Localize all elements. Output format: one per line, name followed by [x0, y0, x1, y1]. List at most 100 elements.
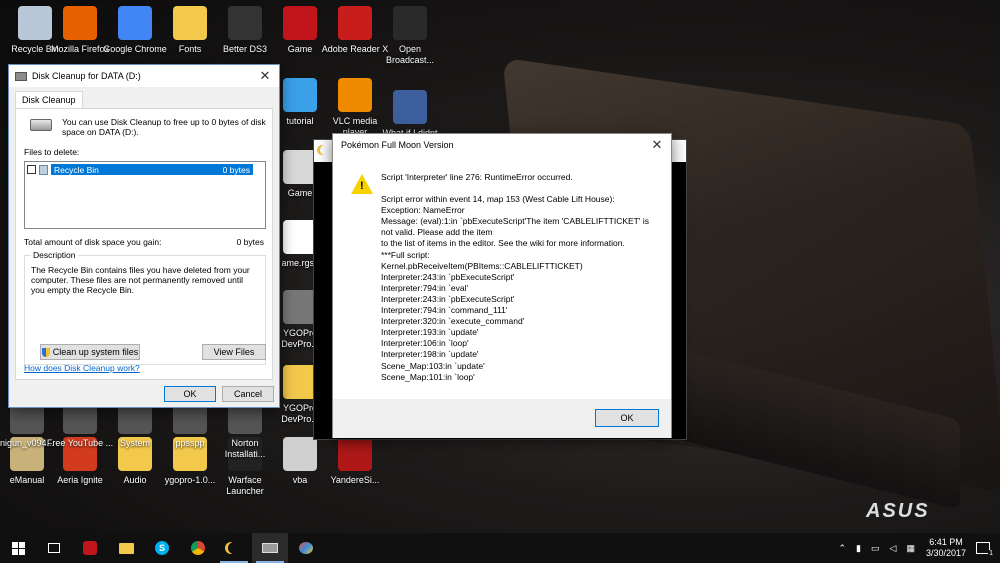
intro-text: You can use Disk Cleanup to free up to 0…: [62, 117, 266, 137]
task-view-icon: [48, 543, 60, 553]
message-line: Interpreter:243:in `pbExecuteScript': [381, 293, 515, 304]
file-size: 0 bytes: [222, 164, 250, 175]
message-line: Interpreter:106:in `loop': [381, 338, 469, 349]
message-line: Message: (eval):1:in `pbExecuteScript'Th…: [381, 216, 649, 227]
taskbar-explorer[interactable]: [108, 533, 144, 563]
taskbar-skype[interactable]: S: [144, 533, 180, 563]
files-list[interactable]: Recycle Bin 0 bytes: [24, 161, 266, 229]
cancel-button[interactable]: Cancel: [222, 386, 274, 402]
drive-icon: [30, 119, 52, 131]
skype-icon: S: [155, 541, 169, 555]
error-dialog[interactable]: Pokémon Full Moon Version ✕ ! Script 'In…: [332, 133, 672, 438]
help-link[interactable]: How does Disk Cleanup work?: [24, 363, 140, 373]
message-line: Script error within event 14, map 153 (W…: [381, 194, 615, 205]
folder-icon: [118, 542, 134, 554]
taskbar-paint[interactable]: [288, 533, 324, 563]
clean-up-system-files-button[interactable]: Clean up system files: [40, 344, 140, 360]
disk-cleanup-titlebar[interactable]: Disk Cleanup for DATA (D:) ✕: [9, 65, 279, 87]
checkbox[interactable]: [27, 165, 36, 174]
app-icon: [283, 6, 317, 40]
close-icon[interactable]: ✕: [643, 134, 671, 156]
desktop-icon[interactable]: Norton Installati...: [210, 400, 280, 460]
message-line: Scene_Map:103:in `update': [381, 360, 485, 371]
taskbar-disk-cleanup[interactable]: [252, 533, 288, 563]
error-dialog-titlebar[interactable]: Pokémon Full Moon Version ✕: [333, 134, 671, 156]
app-icon: [283, 220, 317, 254]
app-icon: [118, 6, 152, 40]
message-line: Kernel.pbReceiveItem(PBItems::CABLELIFTT…: [381, 260, 583, 271]
file-name: Recycle Bin: [54, 164, 99, 175]
desktop-icon[interactable]: YandereSi...: [320, 437, 390, 486]
app-icon: [338, 6, 372, 40]
taskbar-chrome[interactable]: [180, 533, 216, 563]
disk-cleanup-title: Disk Cleanup for DATA (D:): [32, 71, 141, 81]
app-icon: [393, 90, 427, 124]
desktop-icon-label: Open Broadcast...: [385, 44, 435, 65]
chrome-icon: [191, 541, 205, 555]
desktop-icon[interactable]: Open Broadcast...: [375, 6, 445, 66]
clock-date: 3/30/2017: [925, 548, 966, 558]
close-icon[interactable]: ✕: [251, 65, 279, 87]
disk-cleanup-app-icon: [15, 71, 27, 81]
desktop-icon-label: Norton Installati...: [224, 438, 266, 459]
taskbar-game[interactable]: [72, 533, 108, 563]
network-icon[interactable]: ▮: [856, 543, 861, 554]
error-ok-button[interactable]: OK: [595, 409, 659, 427]
clock-time: 6:41 PM: [929, 537, 963, 547]
error-message: Script 'Interpreter' line 276: RuntimeEr…: [381, 172, 665, 383]
app-icon: [228, 6, 262, 40]
app-icon: [283, 437, 317, 471]
app-icon: [393, 6, 427, 40]
message-line: to the list of items in the editor. See …: [381, 238, 625, 249]
clean-up-system-files-label: Clean up system files: [52, 347, 139, 357]
app-icon: [338, 437, 372, 471]
taskbar-pokemon[interactable]: [216, 533, 252, 563]
app-icon: [283, 78, 317, 112]
description-label: Description: [31, 250, 78, 260]
volume-icon[interactable]: ◁: [890, 543, 897, 554]
view-files-button[interactable]: View Files: [202, 344, 266, 360]
task-view-button[interactable]: [36, 533, 72, 563]
app-icon: [338, 78, 372, 112]
disk-cleanup-panel: You can use Disk Cleanup to free up to 0…: [15, 108, 273, 380]
recycle-bin-icon: [39, 164, 48, 175]
message-line: Interpreter:193:in `update': [381, 327, 479, 338]
error-dialog-title: Pokémon Full Moon Version: [341, 140, 454, 150]
moon-icon: [320, 145, 330, 155]
paint-icon: [299, 542, 313, 554]
message-line: Interpreter:320:in `execute_command': [381, 316, 525, 327]
list-item[interactable]: Recycle Bin 0 bytes: [27, 164, 253, 175]
system-tray: ⌃ ▮ ▭ ◁ ▦ 6:41 PM 3/30/2017 1: [834, 537, 1000, 559]
message-line: Interpreter:243:in `pbExecuteScript': [381, 271, 515, 282]
windows-icon: [11, 541, 25, 555]
notification-icon[interactable]: 1: [976, 542, 994, 557]
disk-cleanup-window[interactable]: Disk Cleanup for DATA (D:) ✕ Disk Cleanu…: [8, 64, 280, 408]
desktop-icon-label: YandereSi...: [330, 475, 380, 485]
files-to-delete-label: Files to delete:: [24, 147, 80, 157]
ok-button[interactable]: OK: [164, 386, 216, 402]
app-icon: [173, 6, 207, 40]
asus-logo: ASUS: [866, 500, 930, 522]
message-line: Interpreter:198:in `update': [381, 349, 479, 360]
message-line: Script 'Interpreter' line 276: RuntimeEr…: [381, 172, 573, 182]
message-line: Exception: NameError: [381, 205, 465, 216]
list-item-selection[interactable]: Recycle Bin 0 bytes: [51, 164, 253, 175]
start-button[interactable]: [0, 533, 36, 563]
total-label: Total amount of disk space you gain:: [24, 237, 162, 247]
message-line: [381, 183, 665, 194]
description-text: The Recycle Bin contains files you have …: [31, 265, 250, 295]
disk-cleanup-tab[interactable]: Disk Cleanup: [15, 91, 83, 108]
moon-icon: [228, 542, 240, 554]
clock[interactable]: 6:41 PM 3/30/2017: [926, 537, 966, 559]
app-icon: [63, 6, 97, 40]
keyboard-icon[interactable]: ▦: [906, 543, 915, 554]
power-icon[interactable]: ▭: [871, 543, 880, 554]
app-icon: [283, 150, 317, 184]
message-line: Interpreter:794:in `eval': [381, 282, 469, 293]
show-hidden-icons[interactable]: ⌃: [839, 543, 847, 554]
total-value: 0 bytes: [236, 237, 264, 247]
shield-icon: [41, 347, 50, 357]
message-line: Interpreter:794:in `command_111': [381, 305, 508, 316]
message-line: ***Full script:: [381, 249, 430, 260]
message-line: not valid. Please add the item: [381, 227, 493, 238]
